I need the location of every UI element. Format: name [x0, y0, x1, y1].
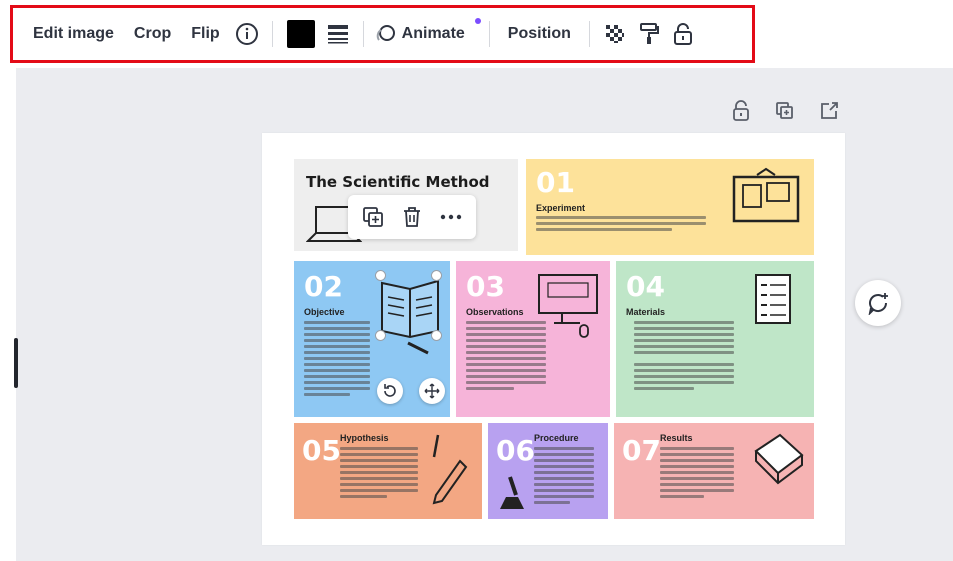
duplicate-page-icon[interactable] [770, 96, 800, 126]
position-button[interactable]: Position [498, 16, 581, 52]
info-circle-icon[interactable] [230, 16, 264, 52]
step-label: Materials [626, 307, 666, 317]
step-label: Results [660, 433, 693, 443]
flip-button[interactable]: Flip [181, 16, 229, 52]
step-label: Observations [466, 307, 524, 317]
pencil-illustration [432, 434, 468, 505]
checklist-illustration [755, 274, 791, 324]
step-cell-experiment[interactable]: 01 Experiment [526, 159, 814, 255]
share-page-icon[interactable] [814, 96, 844, 126]
panel-resize-handle[interactable] [14, 338, 18, 388]
animate-label: Animate [401, 25, 465, 42]
more-options-icon[interactable] [436, 202, 466, 232]
lock-icon[interactable] [726, 96, 756, 126]
edit-image-button[interactable]: Edit image [23, 16, 124, 52]
add-comment-button[interactable] [855, 280, 901, 326]
selection-handle[interactable] [375, 330, 386, 341]
comment-refresh-icon [868, 293, 888, 315]
step-label: Objective [304, 307, 345, 317]
color-swatch[interactable] [286, 20, 315, 48]
open-book-illustration [381, 279, 439, 355]
body-text-lines [534, 447, 594, 507]
microscope-illustration [500, 476, 524, 509]
move-button[interactable] [419, 378, 445, 404]
book-stack-illustration [754, 433, 804, 485]
body-text-lines [536, 216, 706, 234]
border-lines-icon[interactable] [321, 16, 355, 52]
step-number: 02 [304, 270, 343, 303]
step-number: 06 [496, 434, 535, 467]
checkerboard-icon[interactable] [598, 16, 632, 52]
step-cell-observations[interactable]: 03 Observations [456, 261, 610, 417]
selection-handle[interactable] [431, 330, 442, 341]
animate-icon[interactable] [372, 16, 400, 52]
whiteboard-illustration [732, 167, 800, 223]
monitor-illustration [538, 274, 598, 338]
crop-button[interactable]: Crop [124, 16, 181, 52]
body-text-lines [660, 447, 734, 501]
body-text-lines [634, 321, 734, 393]
step-cell-materials[interactable]: 04 Materials [616, 261, 814, 417]
page-actions [726, 96, 844, 126]
duplicate-icon[interactable] [358, 202, 388, 232]
selection-handle[interactable] [375, 270, 386, 281]
step-number: 01 [536, 166, 575, 199]
body-text-lines [304, 321, 370, 399]
lock-icon[interactable] [666, 16, 700, 52]
selection-handle[interactable] [431, 270, 442, 281]
step-cell-results[interactable]: 07 Results [614, 423, 814, 519]
toolbar-divider [588, 21, 590, 47]
step-number: 05 [302, 434, 341, 467]
paint-roller-icon[interactable] [632, 16, 666, 52]
step-cell-hypothesis[interactable]: 05 Hypothesis [294, 423, 482, 519]
step-label: Procedure [534, 433, 579, 443]
rotate-button[interactable] [377, 378, 403, 404]
step-number: 03 [466, 270, 505, 303]
infographic-title: The Scientific Method [306, 173, 490, 191]
step-number: 07 [622, 434, 661, 467]
image-toolbar: Edit image Crop Flip Animate Position [10, 5, 755, 63]
step-label: Hypothesis [340, 433, 389, 443]
step-number: 04 [626, 270, 665, 303]
toolbar-divider [488, 21, 490, 47]
step-label: Experiment [536, 203, 586, 213]
element-context-toolbar [348, 195, 476, 239]
step-cell-procedure[interactable]: 06 Procedure [488, 423, 608, 519]
trash-icon[interactable] [397, 202, 427, 232]
body-text-lines [466, 321, 546, 393]
design-page[interactable]: The Scientific Method 01 Experiment 02 O… [262, 133, 845, 545]
toolbar-divider [271, 21, 273, 47]
body-text-lines [340, 447, 418, 501]
animate-button[interactable]: Animate [400, 16, 481, 52]
toolbar-divider [362, 21, 364, 47]
new-badge-dot [474, 18, 481, 24]
